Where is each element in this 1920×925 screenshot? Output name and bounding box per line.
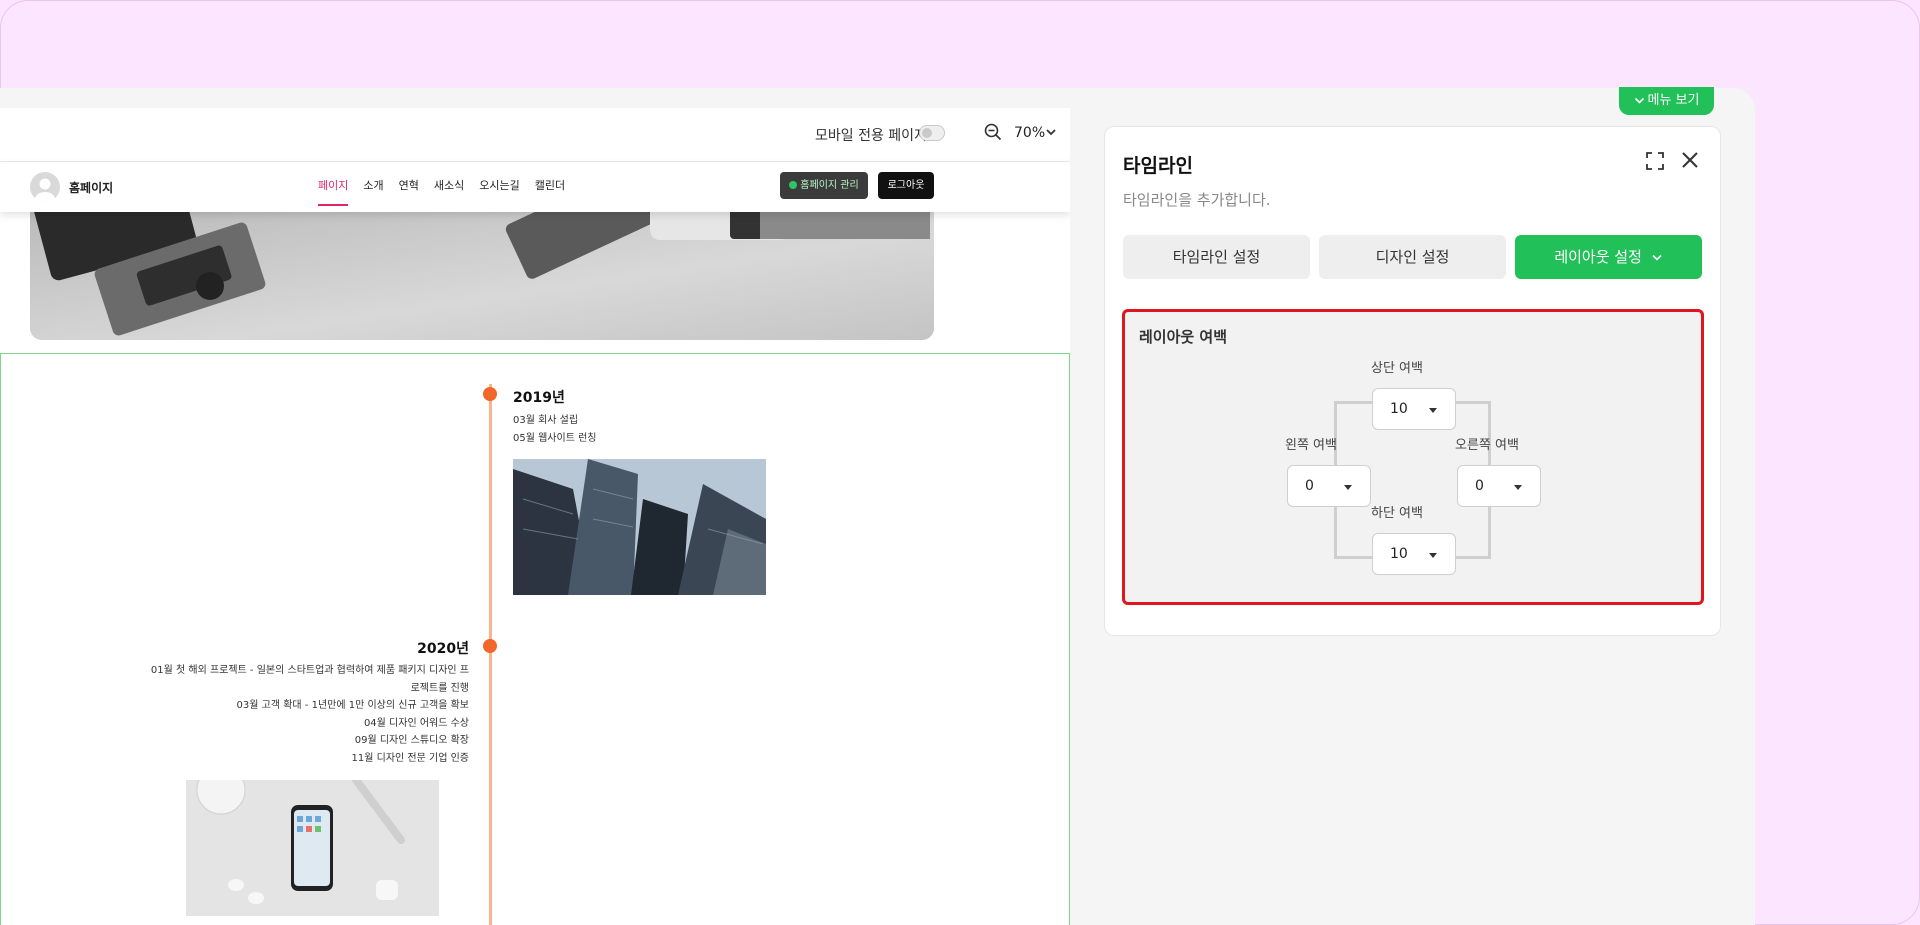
timeline-image-phone xyxy=(186,780,439,916)
layout-margin-section: 레이아웃 여백 상단 여백 10 왼쪽 여백 0 오른쪽 여백 0 하단 여백 … xyxy=(1122,309,1704,605)
nav-item-about[interactable]: 소개 xyxy=(363,162,383,212)
zoom-level[interactable]: 70% xyxy=(1014,125,1045,141)
mobile-only-label: 모바일 전용 페이지 xyxy=(815,128,927,144)
left-margin-label: 왼쪽 여백 xyxy=(1285,438,1337,453)
bottom-margin-value: 10 xyxy=(1390,546,1408,562)
user-icon xyxy=(35,178,55,202)
mobile-only-toggle[interactable] xyxy=(919,125,945,141)
caret-down-icon xyxy=(1344,485,1352,490)
preview-toolbar: 모바일 전용 페이지 70% xyxy=(0,108,1070,162)
site-nav: 페이지 소개 연혁 새소식 오시는길 캘린더 xyxy=(318,162,565,212)
hero-image xyxy=(30,204,934,340)
avatar xyxy=(30,172,60,202)
timeline-year: 2020년 xyxy=(417,641,469,657)
caret-down-icon xyxy=(1429,408,1437,413)
section-title: 레이아웃 여백 xyxy=(1139,328,1228,346)
logout-button[interactable]: 로그아웃 xyxy=(878,172,934,199)
nav-item-history[interactable]: 연혁 xyxy=(399,162,419,212)
timeline-section: 2019년 03월 회사 설립 05월 웹사이트 런칭 2020년 01월 첫 … xyxy=(0,353,1070,925)
bottom-margin-select[interactable]: 10 xyxy=(1372,533,1456,575)
manage-homepage-label: 홈페이지 관리 xyxy=(800,180,859,191)
nav-item-calendar[interactable]: 캘린더 xyxy=(535,162,565,212)
left-margin-select[interactable]: 0 xyxy=(1287,465,1371,507)
tab-timeline-settings[interactable]: 타임라인 설정 xyxy=(1123,235,1310,279)
close-icon[interactable] xyxy=(1680,150,1700,170)
tab-design-settings[interactable]: 디자인 설정 xyxy=(1319,235,1506,279)
panel-title: 타임라인 xyxy=(1123,155,1193,177)
timeline-event: 05월 웹사이트 런칭 xyxy=(513,433,597,444)
nav-item-page[interactable]: 페이지 xyxy=(318,168,349,206)
timeline-year: 2019년 xyxy=(513,390,565,406)
site-header: 홈페이지 페이지 소개 연혁 새소식 오시는길 캘린더 홈페이지 관리 로그아웃 xyxy=(0,162,1070,212)
menu-view-label: 메뉴 보기 xyxy=(1647,93,1700,108)
timeline-image-buildings xyxy=(513,459,766,595)
caret-down-icon xyxy=(1514,485,1522,490)
toggle-knob xyxy=(922,128,932,138)
nav-item-directions[interactable]: 오시는길 xyxy=(479,162,519,212)
timeline-event: 09월 디자인 스튜디오 확장 xyxy=(354,735,469,746)
timeline-event: 04월 디자인 어워드 수상 xyxy=(363,718,469,729)
manage-homepage-button[interactable]: 홈페이지 관리 xyxy=(780,172,868,199)
timeline-dot xyxy=(483,639,497,653)
tab-layout-settings[interactable]: 레이아웃 설정 xyxy=(1515,235,1702,279)
right-margin-label: 오른쪽 여백 xyxy=(1455,438,1519,453)
tab-layout-label: 레이아웃 설정 xyxy=(1554,248,1642,266)
bottom-margin-label: 하단 여백 xyxy=(1371,506,1423,521)
timeline-event: 로젝트를 진행 xyxy=(410,683,469,694)
timeline-event: 01월 첫 해외 프로젝트 - 일본의 스타트업과 협력하여 제품 패키지 디자… xyxy=(150,665,469,676)
timeline-event: 03월 회사 설립 xyxy=(513,415,579,426)
left-margin-value: 0 xyxy=(1305,478,1314,494)
plus-icon xyxy=(789,181,798,189)
top-margin-value: 10 xyxy=(1390,401,1408,417)
page-preview: 모바일 전용 페이지 70% 홈페이지 페이지 소개 연혁 새소식 오시는길 캘… xyxy=(0,108,1070,925)
site-name: 홈페이지 xyxy=(69,181,114,195)
menu-view-button[interactable]: 메뉴 보기 xyxy=(1619,87,1714,115)
zoom-out-icon[interactable] xyxy=(984,123,1002,141)
caret-down-icon xyxy=(1429,553,1437,558)
right-margin-select[interactable]: 0 xyxy=(1457,465,1541,507)
settings-panel: 타임라인 타임라인을 추가합니다. 타임라인 설정 디자인 설정 레이아웃 설정… xyxy=(1104,126,1721,636)
chevron-down-icon xyxy=(1652,254,1662,261)
right-margin-value: 0 xyxy=(1475,478,1484,494)
nav-item-news[interactable]: 새소식 xyxy=(434,162,464,212)
top-margin-label: 상단 여백 xyxy=(1371,361,1423,376)
fullscreen-icon[interactable] xyxy=(1645,151,1665,171)
panel-subtitle: 타임라인을 추가합니다. xyxy=(1123,191,1271,209)
top-margin-select[interactable]: 10 xyxy=(1372,388,1456,430)
timeline-line xyxy=(489,384,492,925)
timeline-dot xyxy=(483,387,497,401)
timeline-event: 11월 디자인 전문 기업 인증 xyxy=(351,753,469,764)
timeline-event: 03월 고객 확대 - 1년만에 1만 이상의 신규 고객을 확보 xyxy=(236,700,469,711)
chevron-down-icon[interactable] xyxy=(1045,128,1057,137)
chevron-down-icon xyxy=(1634,97,1644,104)
